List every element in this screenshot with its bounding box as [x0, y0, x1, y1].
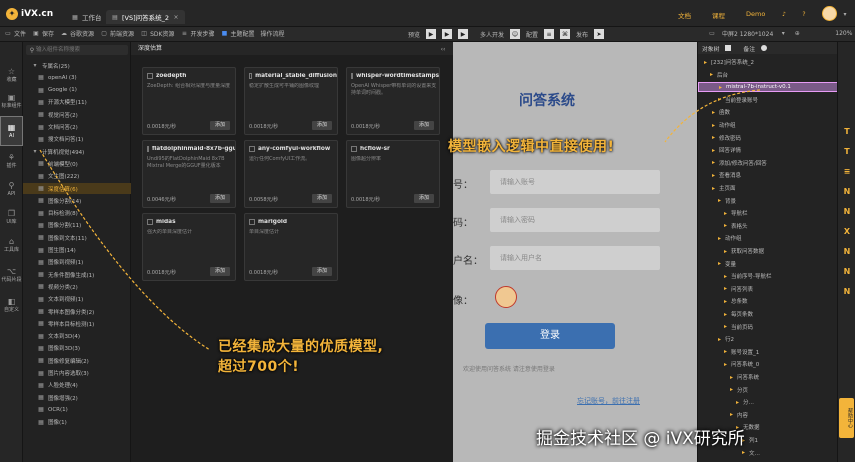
watermark: 掘金技术社区 @ iVX研究所: [536, 429, 745, 449]
callout-integrated-line2: 超过700个!: [218, 359, 300, 375]
callout-embed: 模型嵌入逻辑中直接使用!: [448, 139, 615, 155]
arrow-to-integrated: [39, 149, 211, 351]
annotation-arrows: [39, 89, 761, 351]
app-root: ✦ iVX.cn ▦ 工作台 ▤ [VS]问答系统_2 × 文档 课程 Demo…: [0, 0, 855, 462]
arrow-to-embed: [664, 89, 761, 143]
callout-integrated-line1: 已经集成大量的优质模型,: [218, 339, 384, 355]
